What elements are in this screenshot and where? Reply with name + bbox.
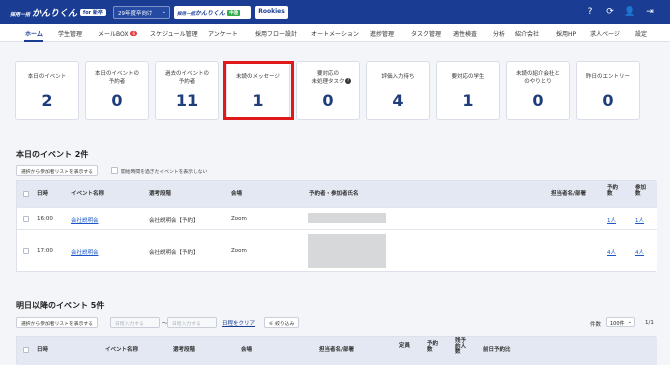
year-select[interactable]: 29年度卒向け ⌄ <box>113 6 170 19</box>
hide-past-events-checkbox[interactable] <box>111 167 118 174</box>
redacted-name <box>308 234 386 268</box>
card-students-attention[interactable]: 要対応の学生 1 <box>436 61 500 120</box>
nav-progress[interactable]: 進捗管理 <box>370 29 394 38</box>
page-info: 1/1 <box>645 320 654 326</box>
per-page-select[interactable]: 100件 ⌄ <box>606 317 635 327</box>
hide-past-events-label: 開始時間を過ぎたイベントを表示しない <box>121 170 208 175</box>
nav-home[interactable]: ホーム <box>25 29 43 38</box>
event-name-link[interactable]: 会社説明会 <box>71 216 99 224</box>
attended-count-link[interactable]: 1人 <box>635 216 644 224</box>
select-all-checkbox[interactable] <box>23 191 29 197</box>
future-events-table: 日時 イベント名称 選考段階 会場 担当者名/部署 定員 予約数 残予約人数 前… <box>16 336 657 365</box>
show-participant-list-button[interactable]: 選択から参加者リストを表示する <box>16 317 98 328</box>
help-icon[interactable]: ? <box>583 5 597 19</box>
section-title-future: 明日以降のイベント 5件 <box>16 301 105 310</box>
top-header: 採用一括 かんりくん for 新卒 29年度卒向け ⌄ 採用一括かんりくん 中途 R… <box>0 0 670 24</box>
table-header: 日時 イベント名称 選考段階 会場 予約者・参加者氏名 担当者名/部署 予約数 … <box>17 181 657 207</box>
clear-dates-link[interactable]: 日程をクリア <box>222 319 255 327</box>
reserved-count-link[interactable]: 4人 <box>607 248 616 256</box>
select-all-checkbox[interactable] <box>23 347 29 353</box>
filter-button[interactable]: ⚟ 絞り込み <box>264 317 300 328</box>
highlight-box <box>223 61 294 120</box>
row-checkbox[interactable] <box>23 216 29 222</box>
nav-analysis[interactable]: 分析 <box>493 29 505 38</box>
table-row: 16:00 会社説明会 会社説明会【予約】 Zoom 1人 1人 <box>17 207 657 229</box>
reserved-count-link[interactable]: 1人 <box>607 216 616 224</box>
event-name-link[interactable]: 会社説明会 <box>71 248 99 256</box>
per-page-label: 件数 <box>590 322 602 328</box>
card-today-reservations[interactable]: 本日のイベントの 予約者 0 <box>85 61 149 120</box>
nav-mailbox[interactable]: メールBOX 6 <box>98 29 138 38</box>
app-logo[interactable]: 採用一括 かんりくん for 新卒 <box>10 6 106 19</box>
table-row: 17:00 会社説明会 会社説明会【予約】 Zoom 4人 4人 <box>17 229 657 271</box>
product-link-chuto[interactable]: 採用一括かんりくん 中途 <box>174 6 251 19</box>
nav-agencies[interactable]: 紹介会社 <box>515 29 539 38</box>
chevron-down-icon: ⌄ <box>161 9 166 15</box>
card-pending-tasks[interactable]: 要対応の 未処理タスク ? 0 <box>296 61 360 120</box>
section-title-today: 本日のイベント 2件 <box>16 150 89 159</box>
date-to-input[interactable]: 日程入力する <box>167 317 217 328</box>
nav-recruit-hp[interactable]: 採用HP <box>556 29 576 38</box>
attended-count-link[interactable]: 4人 <box>635 248 644 256</box>
redacted-name <box>308 213 386 223</box>
sync-icon[interactable]: ⟳ <box>603 5 617 19</box>
show-participant-list-button[interactable]: 選択から参加者リストを表示する <box>16 165 98 176</box>
nav-tasks[interactable]: タスク管理 <box>411 29 441 38</box>
product-link-rookies[interactable]: Rookies <box>255 6 288 19</box>
main-nav: ホーム 学生管理 メールBOX 6 スケジュール管理 アンケート 採用フロー設計 … <box>0 24 670 42</box>
help-icon[interactable]: ? <box>345 78 351 84</box>
logout-icon[interactable]: ⇥ <box>643 5 657 19</box>
nav-flow-design[interactable]: 採用フロー設計 <box>255 29 297 38</box>
card-yesterday-entries[interactable]: 昨日のエントリー 0 <box>576 61 640 120</box>
card-past-reservations[interactable]: 過去のイベントの 予約者 11 <box>155 61 219 120</box>
nav-automation[interactable]: オートメーション <box>311 29 359 38</box>
nav-survey[interactable]: アンケート <box>208 29 238 38</box>
chevron-down-icon: ⌄ <box>627 319 632 325</box>
nav-aptitude[interactable]: 適性検査 <box>453 29 477 38</box>
nav-job-page[interactable]: 求人ページ <box>590 29 620 38</box>
user-icon[interactable]: 👤 <box>623 5 637 19</box>
today-events-table: 日時 イベント名称 選考段階 会場 予約者・参加者氏名 担当者名/部署 予約数 … <box>16 180 657 272</box>
mail-badge: 6 <box>130 31 138 36</box>
nav-settings[interactable]: 設定 <box>635 29 647 38</box>
row-checkbox[interactable] <box>23 248 29 254</box>
card-awaiting-evaluation[interactable]: 評価入力待ち 4 <box>366 61 430 120</box>
card-agency-unread[interactable]: 未読の紹介会社と のやりとり 0 <box>506 61 570 120</box>
table-header: 日時 イベント名称 選考段階 会場 担当者名/部署 定員 予約数 残予約人数 前… <box>17 337 657 365</box>
active-tab-indicator <box>24 40 43 42</box>
date-from-input[interactable]: 日程入力する <box>110 317 160 328</box>
nav-students[interactable]: 学生管理 <box>58 29 82 38</box>
card-today-events[interactable]: 本日のイベント 2 <box>15 61 79 120</box>
nav-schedule[interactable]: スケジュール管理 <box>150 29 198 38</box>
